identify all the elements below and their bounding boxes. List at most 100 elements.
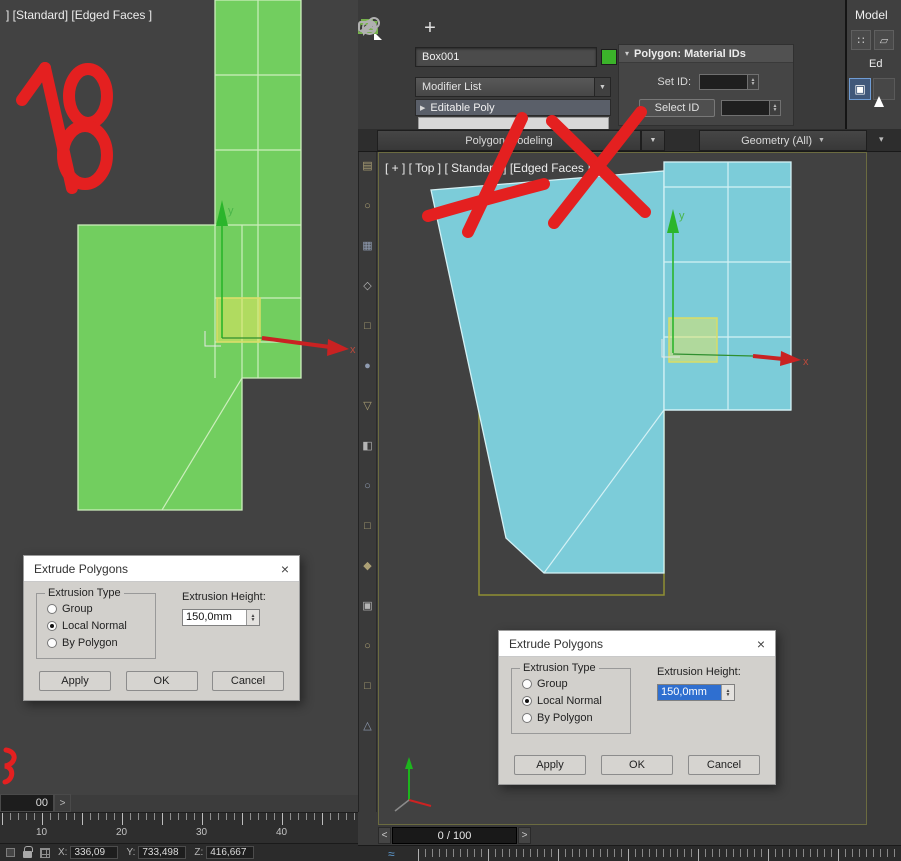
modify-panel-icon[interactable]: ▣	[849, 78, 871, 100]
object-name-field[interactable]: Box001	[415, 47, 597, 67]
spinner-down-icon[interactable]: ▼	[726, 692, 731, 697]
left-viewport[interactable]: ] [Standard] [Edged Faces ] x y Extrude …	[0, 0, 358, 795]
rollout-header[interactable]: ▾ Polygon: Material IDs	[619, 45, 793, 63]
radio-button-checked[interactable]	[47, 621, 57, 631]
object-color-swatch[interactable]	[601, 49, 617, 65]
close-icon[interactable]: ×	[281, 561, 289, 577]
dialog-title-bar[interactable]: Extrude Polygons ×	[24, 556, 299, 582]
extrusion-height-input[interactable]: 150,0mm ▲ ▼	[182, 609, 260, 626]
tab-geometry-all[interactable]: Geometry (All) ▼	[699, 130, 867, 151]
modifier-list-label: Modifier List	[422, 81, 482, 93]
timeline-number: 30	[196, 827, 208, 838]
radio-option-local-normal[interactable]: Local Normal	[522, 695, 630, 707]
cancel-button[interactable]: Cancel	[212, 671, 284, 691]
spinner-buttons[interactable]: ▲ ▼	[721, 685, 734, 700]
radio-button[interactable]	[522, 713, 532, 723]
ribbon-tool-icon[interactable]: ▤	[361, 160, 374, 173]
wrench-icon[interactable]	[358, 16, 382, 40]
selected-polygon[interactable]	[216, 297, 261, 343]
radio-label: Local Normal	[62, 620, 127, 632]
shape-tool-icon[interactable]: ▱	[874, 30, 894, 50]
ribbon-tool-icon[interactable]: ●	[361, 360, 374, 373]
tab-polygon-modeling[interactable]: Polygon Modeling	[377, 130, 641, 151]
apply-button[interactable]: Apply	[514, 755, 586, 775]
radio-option-by-polygon[interactable]: By Polygon	[522, 712, 630, 724]
spinner-buttons[interactable]: ▲ ▼	[246, 610, 259, 625]
ribbon-tool-icon[interactable]: □	[361, 520, 374, 533]
add-icon[interactable]: +	[418, 16, 442, 40]
timeline-number: 20	[116, 827, 128, 838]
set-id-input[interactable]: ▲ ▼	[699, 74, 759, 90]
radio-button-checked[interactable]	[522, 696, 532, 706]
ribbon-tool-icon[interactable]: ◆	[361, 560, 374, 573]
ok-button[interactable]: OK	[601, 755, 673, 775]
viewport-label-left[interactable]: ] [Standard] [Edged Faces ]	[6, 8, 152, 22]
ribbon-tool-icon[interactable]: □	[361, 320, 374, 333]
radio-button[interactable]	[47, 604, 57, 614]
bottom-track-bar[interactable]: ≈	[358, 845, 901, 861]
next-frame-button[interactable]: >	[54, 794, 71, 812]
chevron-down-icon[interactable]: ▾	[879, 134, 884, 145]
ribbon-tool-icon[interactable]: □	[361, 680, 374, 693]
ok-button[interactable]: OK	[125, 671, 198, 691]
spinner-buttons[interactable]: ▲ ▼	[769, 101, 780, 115]
frame-counter-field[interactable]: 0 / 100	[392, 827, 517, 844]
cyan-mesh[interactable]	[430, 161, 792, 574]
cancel-button[interactable]: Cancel	[688, 755, 760, 775]
grid-icon[interactable]	[40, 847, 50, 858]
select-id-button[interactable]: Select ID	[639, 99, 715, 117]
radio-option-group[interactable]: Group	[522, 678, 630, 690]
close-icon[interactable]: ×	[757, 636, 765, 652]
x-coord-field[interactable]: 336,09	[70, 846, 119, 859]
modeling-ribbon-strip[interactable]: ▤ ○ ▦ ◇ □ ● ▽ ◧ ○ □ ◆ ▣ ○ □ △	[358, 152, 377, 812]
ribbon-tab-bar: Polygon Modeling ▼ Geometry (All) ▼ ▾	[358, 129, 901, 152]
select-id-value	[722, 101, 769, 115]
dots-grid-icon[interactable]: ∷	[851, 30, 871, 50]
ribbon-tool-icon[interactable]: ▦	[361, 240, 374, 253]
green-mesh[interactable]	[77, 0, 302, 511]
dialog-title-bar[interactable]: Extrude Polygons ×	[499, 631, 775, 657]
radio-button[interactable]	[522, 679, 532, 689]
ribbon-tool-icon[interactable]: ◇	[361, 280, 374, 293]
selection-lock-icon[interactable]	[23, 845, 33, 858]
viewport-label-right[interactable]: [ + ] [ Top ] [ Standard ] [Edged Faces …	[385, 161, 591, 175]
radio-option-group[interactable]: Group	[47, 603, 155, 615]
application-window: ] [Standard] [Edged Faces ] x y Extrude …	[0, 0, 901, 861]
track-major-ticks	[418, 849, 901, 861]
extrusion-type-label: Extrusion Type	[45, 587, 124, 599]
right-viewport[interactable]: [ + ] [ Top ] [ Standard ] [Edged Faces …	[378, 152, 867, 825]
wave-icon[interactable]: ≈	[388, 847, 395, 861]
ribbon-tool-icon[interactable]: ○	[361, 200, 374, 213]
y-axis-label: y	[679, 210, 685, 222]
rollout-arrow-icon[interactable]: ▾	[625, 49, 629, 58]
right-panel-fragment: Model ∷ ▱ Ed ▣	[847, 0, 901, 133]
z-coord-field[interactable]: 416,667	[206, 846, 255, 859]
coordinate-x: X: 336,09	[58, 846, 119, 859]
extrusion-height-input[interactable]: 150,0mm ▲ ▼	[657, 684, 735, 701]
apply-button[interactable]: Apply	[39, 671, 111, 691]
spinner-buttons[interactable]: ▲ ▼	[747, 75, 758, 89]
spinner-down-icon[interactable]: ▼	[251, 617, 256, 622]
select-id-input[interactable]: ▲ ▼	[721, 100, 781, 116]
ribbon-tool-icon[interactable]: ▣	[361, 600, 374, 613]
modifier-stack-item[interactable]: ▶ Editable Poly	[415, 99, 611, 116]
ribbon-tool-icon[interactable]: ○	[361, 640, 374, 653]
radio-option-local-normal[interactable]: Local Normal	[47, 620, 155, 632]
ribbon-tool-icon[interactable]: △	[361, 720, 374, 733]
timeline-ruler[interactable]: 10 20 30 40	[0, 812, 358, 843]
ribbon-tool-icon[interactable]: ▽	[361, 400, 374, 413]
select-cursor-icon[interactable]	[873, 78, 895, 107]
tab-dropdown-icon[interactable]: ▼	[641, 130, 665, 151]
ribbon-tool-icon[interactable]: ○	[361, 480, 374, 493]
next-frame-button[interactable]: >	[518, 827, 531, 844]
ribbon-tool-icon[interactable]: ◧	[361, 440, 374, 453]
previous-frame-button[interactable]: <	[378, 827, 391, 844]
dropdown-arrow-icon[interactable]: ▼	[594, 78, 610, 96]
current-frame-field[interactable]: 00	[0, 794, 54, 812]
radio-button[interactable]	[47, 638, 57, 648]
expander-icon[interactable]: ▶	[420, 104, 425, 112]
radio-option-by-polygon[interactable]: By Polygon	[47, 637, 155, 649]
y-coord-field[interactable]: 733,498	[138, 846, 187, 859]
modifier-list-dropdown[interactable]: Modifier List ▼	[415, 77, 611, 97]
status-icon[interactable]	[6, 848, 15, 857]
